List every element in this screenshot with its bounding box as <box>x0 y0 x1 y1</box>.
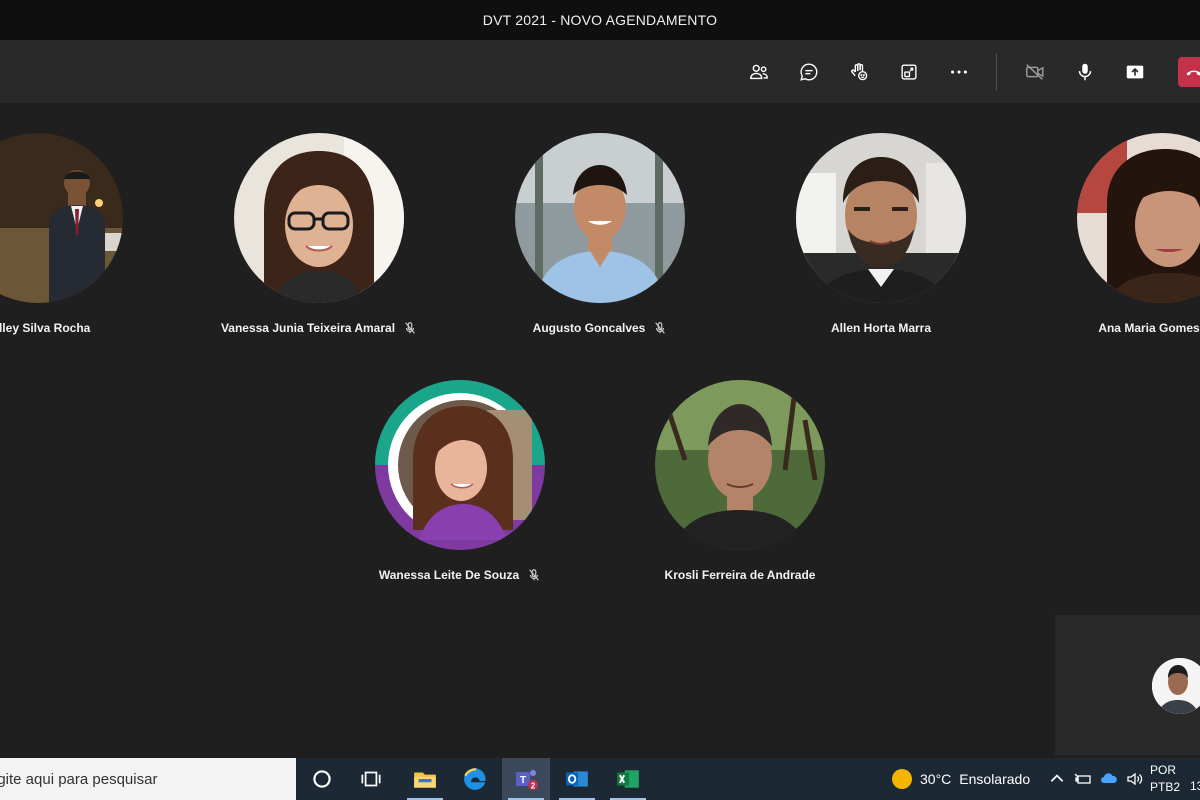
muted-mic-icon <box>527 568 541 582</box>
person-photo-icon <box>234 133 404 303</box>
more-icon <box>951 70 967 74</box>
weather-condition: Ensolarado <box>959 771 1031 787</box>
excel-button[interactable] <box>604 758 652 800</box>
hang-up-icon <box>1186 70 1200 76</box>
participant-name: Wanessa Leite De Souza <box>330 568 590 582</box>
participant-avatar <box>1077 133 1200 303</box>
share-screen-button[interactable] <box>1119 56 1151 88</box>
camera-off-icon <box>1026 64 1044 80</box>
participant-name: Augusto Goncalves <box>470 321 730 335</box>
edge-icon <box>464 768 486 790</box>
share-icon <box>1126 65 1144 79</box>
participant-name: Krosli Ferreira de Andrade <box>664 568 816 582</box>
participant-name: Allen Horta Marra <box>830 321 932 335</box>
edge-button[interactable] <box>451 758 499 800</box>
participant-name: eslley Silva Rocha <box>0 321 91 335</box>
participant-tile[interactable]: Augusto Goncalves <box>470 133 730 335</box>
svg-text:T: T <box>520 775 526 786</box>
self-view-tile[interactable] <box>1055 615 1200 755</box>
participant-avatar <box>655 380 825 550</box>
participant-tile[interactable]: Ana Maria Gomes Dos <box>1032 133 1200 335</box>
participant-avatar <box>0 133 123 303</box>
person-photo-icon <box>796 133 966 303</box>
weather-temperature: 30°C <box>920 771 952 787</box>
windows-taskbar: T2 30°C Ensolarado POR PTB2 13 <box>0 758 1200 800</box>
participant-avatar <box>375 380 545 550</box>
breakout-rooms-button[interactable] <box>893 56 925 88</box>
meeting-toolbar <box>0 40 1200 103</box>
input-language[interactable]: POR PTB2 <box>1150 762 1180 796</box>
self-avatar <box>1152 658 1200 714</box>
meeting-stage: eslley Silva Rocha Vanessa Junia Teixeir… <box>0 103 1200 758</box>
taskbar-search[interactable] <box>0 758 296 800</box>
participant-avatar <box>796 133 966 303</box>
file-explorer-icon <box>414 772 436 788</box>
participant-avatar <box>515 133 685 303</box>
sun-icon <box>892 769 912 789</box>
reactions-icon <box>851 63 868 81</box>
chat-button[interactable] <box>793 56 825 88</box>
microphone-icon <box>1078 63 1092 81</box>
toolbar-divider <box>996 54 997 90</box>
system-tray <box>1048 758 1144 800</box>
camera-toggle-button[interactable] <box>1019 56 1051 88</box>
chat-icon <box>800 63 818 81</box>
person-photo-icon <box>1077 133 1200 303</box>
cortana-button[interactable] <box>298 758 346 800</box>
participant-tile[interactable]: Vanessa Junia Teixeira Amaral <box>189 133 449 335</box>
muted-mic-icon <box>653 321 667 335</box>
participant-avatar <box>234 133 404 303</box>
person-photo-icon <box>375 380 545 550</box>
participant-name: Vanessa Junia Teixeira Amaral <box>189 321 449 335</box>
person-photo-icon <box>0 133 123 303</box>
chevron-up-icon[interactable] <box>1048 770 1066 788</box>
volume-icon[interactable] <box>1126 770 1144 788</box>
participants-button[interactable] <box>743 56 775 88</box>
task-view-button[interactable] <box>347 758 395 800</box>
excel-icon <box>617 770 639 788</box>
participant-tile[interactable]: Allen Horta Marra <box>751 133 1011 335</box>
participants-icon <box>750 64 768 80</box>
file-explorer-button[interactable] <box>401 758 449 800</box>
participant-name: Ana Maria Gomes Dos <box>1098 321 1200 335</box>
microphone-button[interactable] <box>1069 56 1101 88</box>
person-photo-icon <box>655 380 825 550</box>
hang-up-button[interactable] <box>1178 57 1200 87</box>
onedrive-icon[interactable] <box>1100 770 1118 788</box>
window-title: DVT 2021 - NOVO AGENDAMENTO <box>482 12 718 28</box>
participant-tile[interactable]: eslley Silva Rocha <box>0 133 168 335</box>
person-photo-icon <box>1152 658 1200 714</box>
person-photo-icon <box>515 133 685 303</box>
participant-tile[interactable]: Wanessa Leite De Souza <box>330 380 590 582</box>
teams-badge: 2 <box>531 782 536 791</box>
rooms-icon <box>901 64 917 80</box>
reactions-button[interactable] <box>843 56 875 88</box>
teams-button[interactable]: T2 <box>502 758 550 800</box>
outlook-button[interactable] <box>553 758 601 800</box>
weather-widget[interactable]: 30°C Ensolarado <box>892 758 1030 800</box>
task-view-icon <box>361 771 381 787</box>
search-input[interactable] <box>0 770 284 788</box>
participant-tile[interactable]: Krosli Ferreira de Andrade <box>610 380 870 582</box>
battery-icon[interactable] <box>1074 770 1092 788</box>
outlook-icon <box>566 771 588 787</box>
muted-mic-icon <box>403 321 417 335</box>
teams-icon: T2 <box>516 770 538 791</box>
cortana-icon <box>313 770 331 788</box>
title-bar: DVT 2021 - NOVO AGENDAMENTO <box>0 0 1200 40</box>
more-actions-button[interactable] <box>943 56 975 88</box>
clock[interactable]: 13 <box>1190 779 1200 793</box>
